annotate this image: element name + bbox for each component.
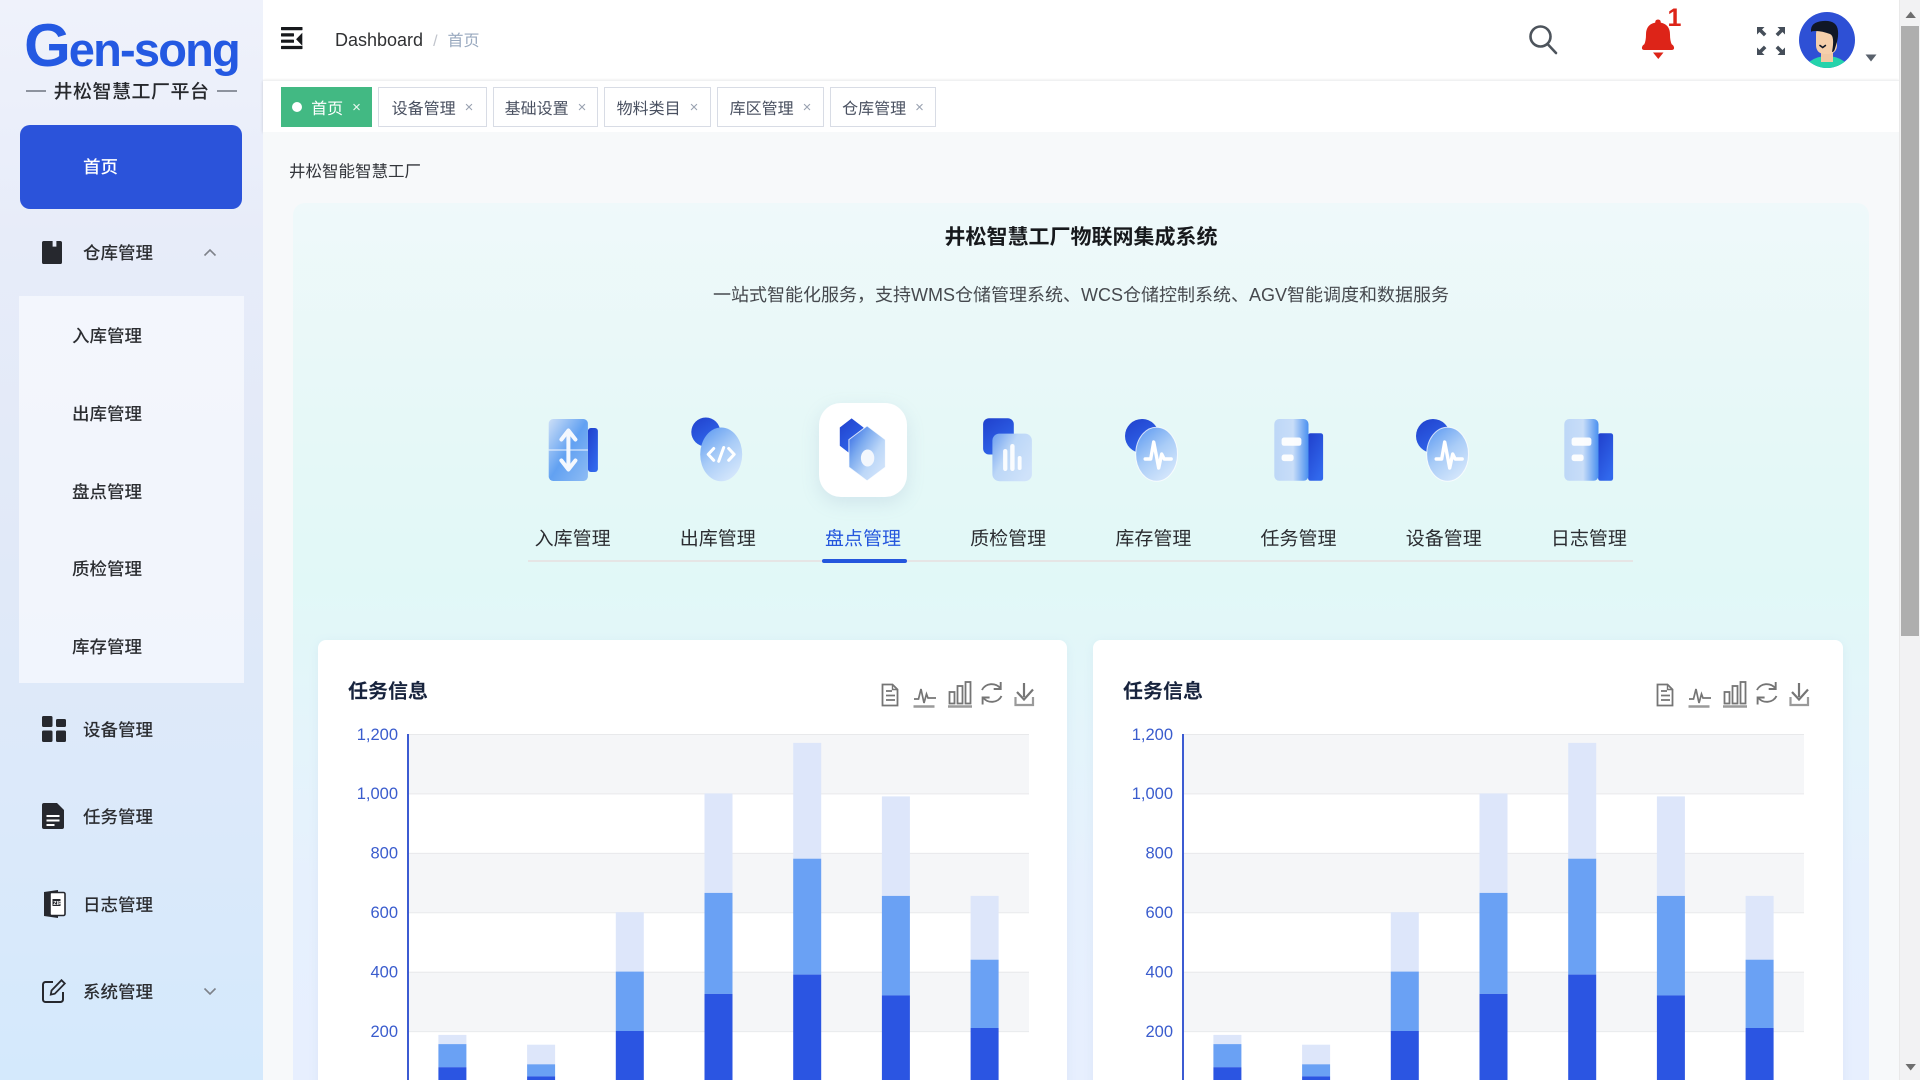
- svg-text:ZIP: ZIP: [53, 901, 62, 907]
- svg-text:1: 1: [1668, 4, 1682, 32]
